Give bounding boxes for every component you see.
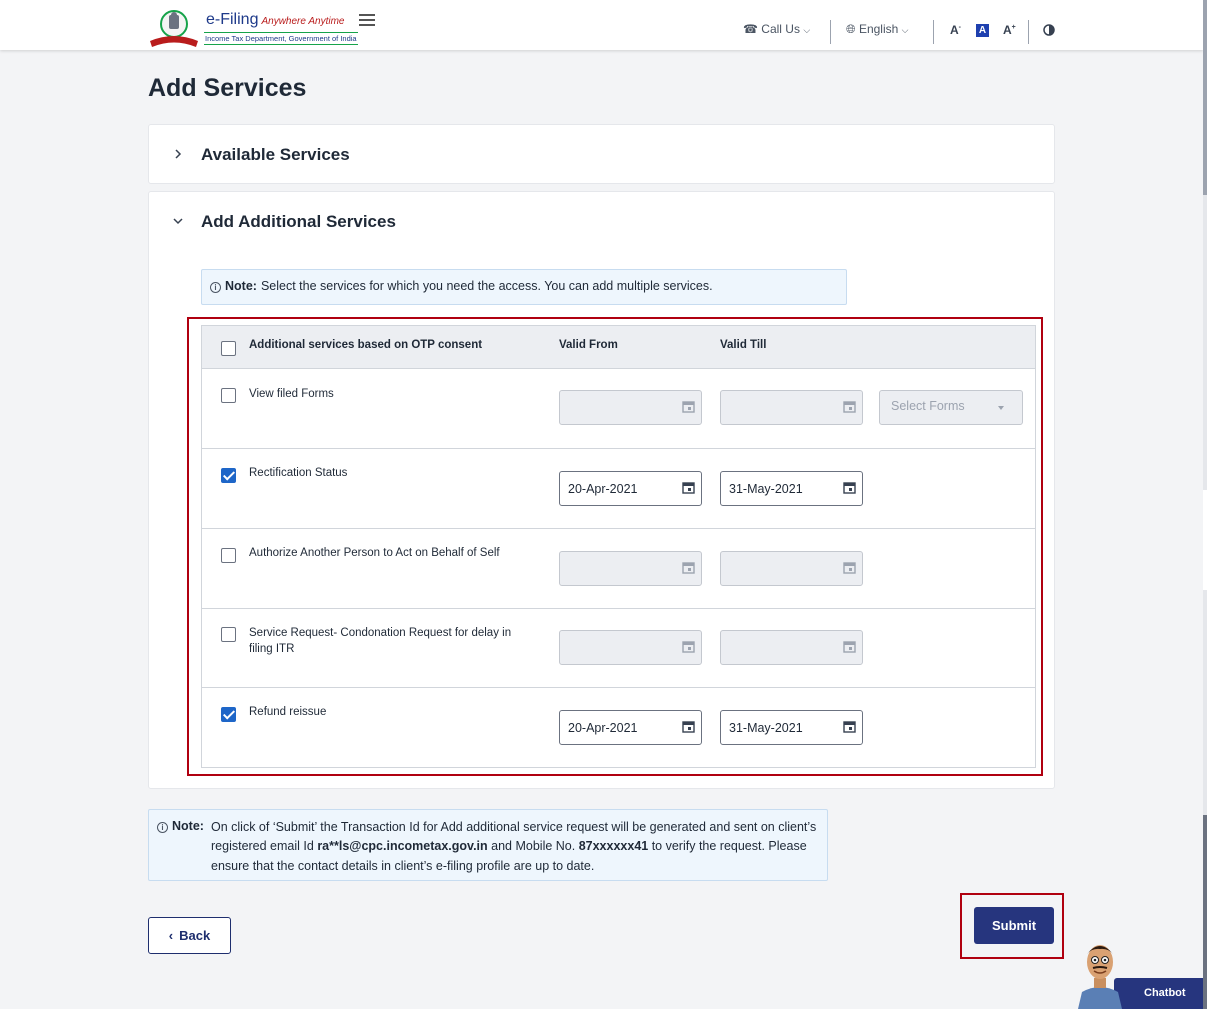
table-row: View filed Forms Select Forms <box>202 369 1035 449</box>
table-row: Service Request- Condonation Request for… <box>202 609 1035 688</box>
efiling-logo[interactable]: e-Filing Anywhere Anytime Income Tax Depa… <box>148 7 358 47</box>
calendar-icon <box>682 562 695 574</box>
row-checkbox[interactable] <box>221 707 236 722</box>
call-us-label: Call Us <box>761 22 800 36</box>
font-default-button[interactable]: A <box>976 24 989 37</box>
valid-from-date-input[interactable] <box>559 551 702 586</box>
calendar-icon[interactable] <box>682 481 695 494</box>
scrollbar-thumb[interactable] <box>1203 0 1207 195</box>
services-note: i Note: Select the services for which you … <box>201 269 847 305</box>
caret-down-icon <box>998 406 1004 410</box>
column-header-valid-from: Valid From <box>559 339 618 351</box>
client-email: ra**ls@cpc.incometax.gov.in <box>317 839 488 854</box>
chevron-down-icon: ⌵ <box>803 25 811 35</box>
column-header-service: Additional services based on OTP consent <box>249 339 483 351</box>
font-decrease-button[interactable]: A- <box>950 23 961 37</box>
submit-button[interactable]: Submit <box>974 907 1054 944</box>
client-mobile: 87xxxxxx41 <box>578 839 649 854</box>
calendar-icon[interactable] <box>843 720 856 733</box>
top-header: e-Filing Anywhere Anytime Income Tax Depa… <box>0 0 1203 50</box>
note-text: On click of ‘Submit’ the Transaction Id … <box>211 820 817 873</box>
language-menu[interactable]: 🌐︎ English ⌵ <box>846 22 908 37</box>
calendar-icon[interactable] <box>682 720 695 733</box>
available-services-panel[interactable]: Available Services <box>148 124 1055 184</box>
chevron-left-icon: ‹ <box>168 928 174 943</box>
chatbot-label[interactable]: Chatbot <box>1144 987 1186 999</box>
service-name: Authorize Another Person to Act on Behal… <box>249 547 500 559</box>
note-text: Select the services for which you need t… <box>260 279 713 293</box>
divider <box>933 20 934 44</box>
row-checkbox[interactable] <box>221 627 236 642</box>
calendar-icon <box>843 401 856 413</box>
chatbot-widget[interactable]: Chatbot <box>1074 940 1203 1009</box>
back-button[interactable]: ‹ Back <box>148 917 231 954</box>
select-forms-dropdown[interactable]: Select Forms <box>879 390 1023 425</box>
table-row: Authorize Another Person to Act on Behal… <box>202 529 1035 609</box>
service-name: Refund reissue <box>249 706 327 718</box>
calendar-icon <box>682 641 695 653</box>
table-header: Additional services based on OTP consent… <box>202 326 1035 369</box>
valid-from-date-input[interactable] <box>559 390 702 425</box>
services-table: Additional services based on OTP consent… <box>201 325 1036 768</box>
valid-till-date-input[interactable] <box>720 630 863 665</box>
row-checkbox[interactable] <box>221 388 236 403</box>
valid-till-date-input[interactable]: 31-May-2021 <box>720 710 863 745</box>
divider <box>1028 20 1029 44</box>
additional-services-heading[interactable]: Add Additional Services <box>201 212 396 232</box>
service-name: View filed Forms <box>249 388 334 400</box>
valid-from-date-input[interactable]: 20-Apr-2021 <box>559 471 702 506</box>
note-label: i Note: <box>157 819 204 833</box>
service-name: Service Request- Condonation Request for… <box>249 627 512 655</box>
contrast-icon[interactable] <box>1043 24 1055 36</box>
font-increase-button[interactable]: A+ <box>1003 23 1016 37</box>
logo-title: e-Filing Anywhere Anytime <box>206 11 345 28</box>
logo-tagline: Anywhere Anytime <box>261 16 345 27</box>
note-label: Note: <box>225 279 257 293</box>
call-us-menu[interactable]: ☎ Call Us ⌵ <box>743 22 810 36</box>
valid-till-date-input[interactable]: 31-May-2021 <box>720 471 863 506</box>
row-checkbox[interactable] <box>221 548 236 563</box>
calendar-icon <box>682 401 695 413</box>
chevron-right-icon <box>175 149 182 159</box>
table-row: Refund reissue 20-Apr-2021 31-May-2021 <box>202 688 1035 767</box>
national-emblem-icon <box>150 10 198 47</box>
chatbot-avatar-icon <box>1078 945 1122 1009</box>
valid-till-date-input[interactable] <box>720 390 863 425</box>
valid-from-date-input[interactable]: 20-Apr-2021 <box>559 710 702 745</box>
valid-till-date-input[interactable] <box>720 551 863 586</box>
info-icon: i <box>157 822 168 833</box>
phone-icon: ☎ <box>743 22 758 36</box>
table-row: Rectification Status 20-Apr-2021 31-May-… <box>202 449 1035 529</box>
chevron-down-icon[interactable] <box>173 216 183 226</box>
page-title: Add Services <box>148 74 307 102</box>
valid-from-date-input[interactable] <box>559 630 702 665</box>
select-all-checkbox[interactable] <box>221 341 236 356</box>
globe-icon: 🌐︎ <box>846 22 856 36</box>
available-services-heading[interactable]: Available Services <box>201 145 350 165</box>
service-name: Rectification Status <box>249 467 348 479</box>
language-label: English <box>858 22 899 36</box>
logo-subtitle: Income Tax Department, Government of Ind… <box>204 32 358 45</box>
row-checkbox[interactable] <box>221 468 236 483</box>
calendar-icon <box>843 641 856 653</box>
divider <box>830 20 831 44</box>
menu-icon[interactable] <box>359 14 375 26</box>
chevron-down-icon: ⌵ <box>901 25 909 35</box>
calendar-icon[interactable] <box>843 481 856 494</box>
column-header-valid-till: Valid Till <box>720 339 767 351</box>
calendar-icon <box>843 562 856 574</box>
info-icon: i <box>210 282 221 293</box>
submit-note: i Note: On click of ‘Submit’ the Transact… <box>148 809 828 881</box>
scrollbar[interactable] <box>1203 0 1207 1009</box>
